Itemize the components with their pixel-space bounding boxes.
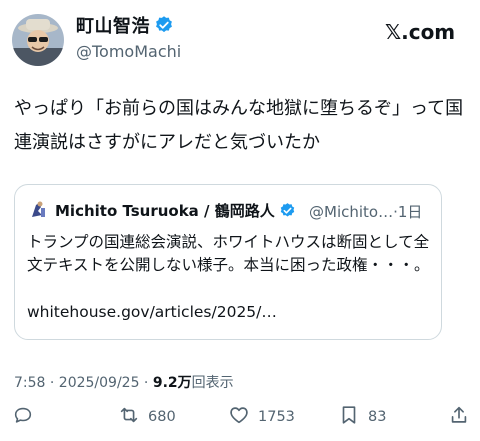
- bookmark-icon: [338, 404, 368, 430]
- author-display-name[interactable]: 町山智浩: [76, 16, 150, 37]
- heart-icon: [228, 404, 258, 430]
- author-handle[interactable]: @TomoMachi: [76, 42, 181, 61]
- quoted-handle-time[interactable]: @Michito…·1日: [309, 201, 422, 222]
- quoted-post-text: トランプの国連総会演説、ホワイトハウスは断固として全文テキストを公開しない様子。…: [27, 233, 430, 274]
- share-button[interactable]: [448, 404, 478, 430]
- like-button[interactable]: 1753: [228, 404, 295, 430]
- quoted-display-name[interactable]: Michito Tsuruoka / 鶴岡路人: [55, 202, 275, 220]
- quoted-author-name[interactable]: Michito Tsuruoka / 鶴岡路人: [55, 200, 296, 221]
- bookmark-button[interactable]: 83: [338, 404, 386, 430]
- author-name[interactable]: 町山智浩: [76, 12, 174, 38]
- author-avatar[interactable]: [12, 14, 64, 66]
- like-count: 1753: [258, 409, 295, 425]
- reply-button[interactable]: [12, 404, 42, 430]
- retweet-button[interactable]: 680: [118, 404, 176, 430]
- quoted-post-link[interactable]: whitehouse.gov/articles/2025/…: [27, 301, 277, 324]
- x-brand-logo: 𝕏.com: [385, 20, 456, 44]
- share-icon: [448, 404, 478, 430]
- view-label: 回表示: [191, 375, 234, 391]
- quoted-author-avatar[interactable]: [27, 199, 49, 221]
- retweet-icon: [118, 404, 148, 430]
- post-time-date[interactable]: 7:58 · 2025/09/25 ·: [14, 375, 153, 391]
- view-count: 9.2万: [152, 375, 192, 391]
- quoted-verified-badge-icon: [279, 202, 296, 219]
- post-timestamp[interactable]: 7:58 · 2025/09/25 · 9.2万回表示: [14, 372, 234, 392]
- reply-icon: [12, 404, 42, 430]
- retweet-count: 680: [148, 409, 176, 425]
- quoted-post-card[interactable]: Michito Tsuruoka / 鶴岡路人 @Michito…·1日 トラン…: [14, 184, 442, 340]
- verified-badge-icon: [154, 15, 174, 35]
- bookmark-count: 83: [368, 409, 387, 425]
- post-text: やっぱり「お前らの国はみんな地獄に堕ちるぞ」って国連演説はさすがにアレだと気づい…: [14, 98, 464, 153]
